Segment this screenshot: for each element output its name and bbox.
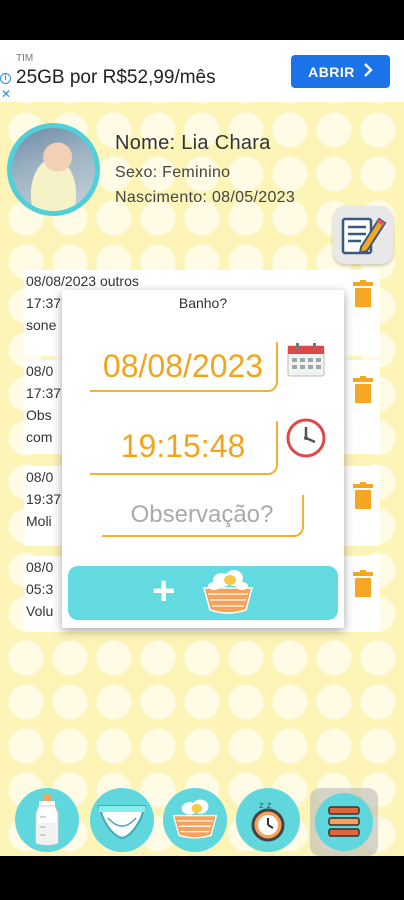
record-line: 08/08/2023 outros bbox=[26, 273, 139, 289]
nav-sleep-button[interactable]: z z bbox=[236, 788, 300, 852]
bath-tub-icon bbox=[172, 799, 218, 839]
clock-icon[interactable] bbox=[286, 418, 326, 458]
profile-name: Nome: Lia Chara bbox=[115, 132, 271, 154]
avatar[interactable] bbox=[7, 123, 100, 216]
status-bar bbox=[0, 0, 404, 40]
sleep-clock-icon: z z bbox=[251, 801, 285, 842]
observation-input[interactable]: Observação? bbox=[102, 495, 304, 537]
bottom-nav: z z bbox=[0, 782, 404, 856]
ad-brand: TIM bbox=[16, 53, 34, 64]
bath-tub-icon bbox=[203, 570, 253, 614]
plus-icon: + bbox=[152, 569, 176, 613]
nav-diaper-button[interactable] bbox=[90, 788, 154, 852]
diaper-icon bbox=[97, 805, 147, 840]
chevron-right-icon bbox=[363, 63, 373, 80]
time-field[interactable]: 19:15:48 bbox=[90, 421, 278, 475]
menu-icon bbox=[328, 806, 360, 837]
profile-birth: Nascimento: 08/05/2023 bbox=[115, 189, 296, 206]
trash-icon[interactable] bbox=[352, 376, 374, 404]
nav-menu-button[interactable] bbox=[310, 788, 378, 856]
dialog-title: Banho? bbox=[178, 295, 228, 311]
ad-button-label: ABRIR bbox=[308, 63, 355, 80]
info-icon[interactable]: i bbox=[0, 73, 11, 84]
nav-bath-button[interactable] bbox=[163, 788, 227, 852]
trash-icon[interactable] bbox=[352, 482, 374, 510]
edit-profile-button[interactable] bbox=[333, 206, 393, 264]
nav-bottle-button[interactable] bbox=[15, 788, 79, 852]
trash-icon[interactable] bbox=[352, 280, 374, 308]
menu-circle bbox=[315, 793, 373, 851]
ad-banner[interactable]: TIM 25GB por R$52,99/mês i ✕ ABRIR bbox=[0, 40, 404, 102]
system-nav-bar bbox=[0, 856, 404, 900]
ad-text[interactable]: 25GB por R$52,99/mês bbox=[16, 67, 216, 89]
edit-note-icon bbox=[341, 217, 387, 255]
ad-open-button[interactable]: ABRIR bbox=[291, 55, 390, 88]
close-icon[interactable]: ✕ bbox=[1, 88, 11, 100]
date-field[interactable]: 08/08/2023 bbox=[90, 342, 278, 392]
profile-sex: Sexo: Feminino bbox=[115, 164, 231, 181]
app-main: Nome: Lia Chara Sexo: Feminino Nasciment… bbox=[0, 102, 404, 856]
baby-photo bbox=[12, 128, 95, 211]
bath-dialog: Banho? 08/08/2023 19:15:48 Observação? + bbox=[62, 290, 344, 628]
calendar-icon[interactable] bbox=[287, 342, 325, 378]
bottle-icon bbox=[35, 794, 59, 846]
add-bath-button[interactable]: + bbox=[68, 566, 338, 620]
trash-icon[interactable] bbox=[352, 570, 374, 598]
